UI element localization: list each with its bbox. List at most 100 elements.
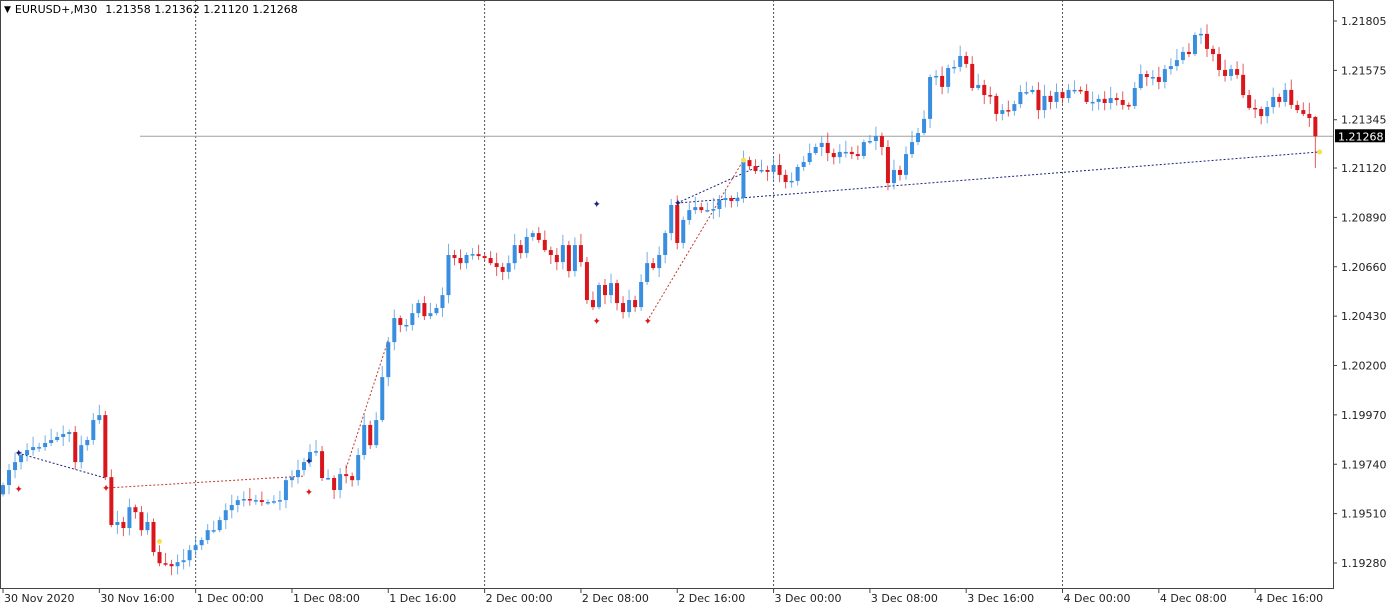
chart-header: ▼ EURUSD+,M30 1.21358 1.21362 1.21120 1.… [4,3,298,16]
candle-body [7,470,12,486]
candle-body [1192,34,1197,55]
blue-star-marker: ✦ [305,457,313,468]
time-tick-label: 1 Dec 16:00 [389,592,456,605]
candle [1156,66,1161,90]
candle [572,237,577,277]
candle [277,490,282,511]
candle-body [518,245,523,254]
candle-body [1156,77,1161,82]
candle [223,503,228,530]
candle [85,436,90,451]
candle-body [392,318,397,343]
candle-body [603,285,607,296]
candle-body [61,433,66,437]
candle [855,145,860,160]
candle-body [627,300,632,313]
candle-body [554,254,559,263]
candle-body [356,455,361,481]
candle-body [885,146,890,184]
candle [247,487,252,506]
candle [843,140,848,158]
price-tick-label: 1.20890 [1341,211,1387,224]
candle-body [314,451,319,453]
candle-body [681,219,686,243]
candle [596,282,601,310]
candlestick-chart[interactable]: ✦✦✦ ✦✦ ✦ ✦✦ ✦ 1.218051.215751.213451.211201.… [0,0,1388,608]
candle [1205,24,1209,58]
time-tick-label: 2 Dec 00:00 [486,592,553,605]
candle-body [693,207,698,211]
candle-body [1162,69,1167,82]
candle [289,470,294,488]
candle-body [879,136,884,147]
candle [1126,102,1131,110]
candle [928,74,933,128]
symbol-timeframe: EURUSD+,M30 [14,3,98,16]
candle-body [422,303,427,317]
candle [542,230,547,253]
candle [115,510,120,535]
candle [1144,70,1149,87]
candle-body [747,160,752,167]
candle-body [1186,51,1191,55]
candle [1217,47,1222,77]
candle-body [843,151,848,154]
candle [615,279,620,311]
red-star-marker: ✦ [644,317,652,328]
candle [1060,89,1065,104]
candle-body [1060,92,1065,99]
candle-body [253,500,258,502]
candle-body [982,84,987,96]
triangle-down-icon[interactable]: ▼ [4,5,11,15]
candle [259,491,264,506]
candle [1036,82,1041,120]
candle [1253,99,1258,119]
candle-body [1138,74,1143,88]
candle-body [326,477,331,480]
candle [548,246,553,264]
candle-body [404,324,409,327]
candle-body [590,300,595,308]
candle-body [717,200,722,210]
candle-body [952,66,957,69]
candle-body [657,254,662,269]
candle [494,252,499,277]
candle-body [801,162,806,167]
price-axis[interactable]: 1.21805 1.21575 1.21345 1.21120 1.20890 1.206… [1333,15,1387,570]
candle [994,93,999,122]
candle-body [247,499,252,501]
zigzag-red-3 [646,159,744,322]
candle-body [633,300,638,308]
candle-body [169,564,174,567]
zigzag-red-1 [105,475,305,489]
candle [157,545,162,567]
candle-body [897,169,902,175]
zigzag-blue-1 [17,452,106,479]
candle [344,464,349,484]
candle [121,516,126,537]
candle [976,73,981,91]
candle-body [1108,98,1113,103]
candle-body [1235,69,1240,75]
candle [133,504,138,519]
candle-body [1253,107,1258,110]
candle [1084,84,1089,105]
candle-body [687,210,692,220]
candle [97,404,102,424]
candle [265,499,270,506]
candle [488,251,493,266]
candle [1295,100,1300,114]
candle [380,365,385,423]
candle [819,136,824,157]
candle [705,202,710,213]
time-axis[interactable]: 30 Nov 2020 30 Nov 16:00 1 Dec 00:00 1 Dec … [2,588,1323,605]
candle [1289,79,1294,109]
price-tick-label: 1.19740 [1341,458,1387,471]
candle [434,303,439,316]
candle [1078,86,1083,94]
candle [506,255,511,280]
candle-body [193,545,198,551]
candle [187,544,192,567]
candle-body [988,95,993,97]
candle-body [1277,96,1282,102]
